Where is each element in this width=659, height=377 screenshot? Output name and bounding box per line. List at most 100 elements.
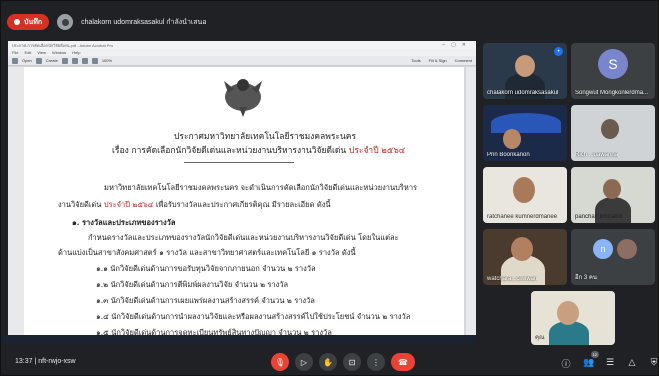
vertical-scrollbar[interactable] [466,67,476,343]
present-icon[interactable]: ⊡ [343,353,361,371]
more-options-icon[interactable]: ⋮ [367,353,385,371]
bottom-bar: 13:37 | nft-rwjo-xsw 🎙 ▷ ✋ ⊡ ⋮ ☎ ⓘ 👥 12 ☰… [1,349,659,377]
zoom-value[interactable]: 100% [102,58,112,63]
participant-tile[interactable]: Prin Boonkanon [483,105,567,161]
participant-name: ratchanee kumnerdmanee [487,214,558,220]
create-label[interactable]: Create [46,58,58,63]
open-label[interactable]: Open [22,58,32,63]
chat-icon[interactable]: ☰ [605,357,615,370]
doc-list-item: ๑.๒ นักวิจัยดีเด่นด้านการตีพิมพ์ผลงานวิจ… [96,280,289,289]
participant-tile[interactable]: ratchanee kumnerdmanee [483,167,567,223]
participant-avatar-photo [617,239,637,259]
doc-paragraph-2: งานวิจัยดีเด่น ประจำปี ๒๕๖๔ เพื่อรับรางว… [58,199,331,211]
mic-off-icon[interactable]: 🎙 [271,353,289,371]
recording-badge: บันทึก [7,14,50,30]
participant-face [603,179,621,199]
doc-paragraph-2-year: ประจำปี ๒๕๖๔ [103,200,154,209]
participant-face [513,177,535,203]
menu-help[interactable]: Help [72,50,80,55]
people-icon[interactable]: 👥 12 [583,351,599,370]
participant-name: Rich ...dawanna [575,152,619,158]
participant-face [503,129,521,149]
shared-screen[interactable]: ประกาศ-การคัดเลือกนักวิจัยดีเด่น.pdf - A… [8,41,476,343]
settings-icon[interactable] [91,57,98,64]
raise-hand-icon[interactable]: ✋ [319,353,337,371]
clock: 13:37 [15,358,33,365]
participant-name: chalakorn udomraksasakul [487,90,559,96]
menu-edit[interactable]: Edit [24,50,31,55]
presenter-avatar [57,14,74,30]
doc-list-item: ๑.๔ นักวิจัยดีเด่นด้านการนำผลงานวิจัยและ… [96,312,411,321]
participant-tile[interactable]: S Songwut Mongkonlerdma... [571,43,655,99]
doc-paragraph-1: มหาวิทยาลัยเทคโนโลยีราชมงคลพระนคร จะดำเน… [104,183,418,192]
doc-list-item: ๑.๓ นักวิจัยดีเด่นด้านการเผยแพร่ผลงานสร้… [96,296,315,305]
create-icon[interactable] [35,57,42,64]
call-controls: 🎙 ▷ ✋ ⊡ ⋮ ☎ [271,353,415,371]
fill-sign-tab[interactable]: Fill & Sign [429,58,447,63]
participant-face [601,119,619,139]
doc-title-line2: เรื่อง การคัดเลือกนักวิจัยดีเด่นและหน่วย… [112,143,405,157]
acrobat-toolbar: Open Create 100% Tools Fill & Sign Comme… [8,56,476,66]
doc-title-subject: เรื่อง การคัดเลือกนักวิจัยดีเด่นและหน่วย… [112,146,347,156]
self-view-tile[interactable]: คุณ [531,291,615,345]
doc-title-line1: ประกาศมหาวิทยาลัยเทคโนโลยีราชมงคลพระนคร [174,132,357,142]
top-bar: บันทึก chalakorn udomraksasakul กำลังนำเ… [7,11,647,33]
participant-tile[interactable]: n อีก 3 คน [571,229,655,285]
people-count-badge: 12 [590,351,599,358]
self-label: คุณ [535,335,545,341]
email-icon[interactable] [81,57,88,64]
camera-icon[interactable]: ▷ [295,353,313,371]
doc-paragraph-2-prefix: งานวิจัยดีเด่น [58,200,102,209]
title-divider [184,162,294,163]
person-icon [61,18,69,26]
participant-face [511,237,533,261]
participant-tile[interactable]: panchan limtrakul [571,167,655,223]
participant-name: Prin Boonkanon [487,152,530,158]
doc-paragraph-4: ด้านแบ่งเป็นสาขาสังคมศาสตร์ ๑ รางวัล และ… [58,248,356,257]
presenter-name: chalakorn udomraksasakul กำลังนำเสนอ [81,18,207,26]
menu-view[interactable]: View [37,50,46,55]
end-call-icon[interactable]: ☎ [391,353,415,371]
participant-tile[interactable]: • chalakorn udomraksasakul [483,43,567,99]
pdf-page[interactable]: ประกาศมหาวิทยาลัยเทคโนโลยีราชมงคลพระนคร … [24,67,464,343]
participant-avatar: n [593,239,613,259]
garuda-emblem-icon [224,79,262,117]
menu-bar: File Edit View Window Help [8,49,476,56]
doc-list-item: ๑.๑ นักวิจัยดีเด่นด้านการขอรับทุนวิจัยจา… [96,264,316,273]
print-icon[interactable] [71,57,78,64]
others-count: อีก 3 คน [575,275,598,281]
participant-name: watchara...ciwiwan [487,276,538,282]
info-icon[interactable]: ⓘ [561,357,571,370]
window-titlebar: ประกาศ-การคัดเลือกนักวิจัยดีเด่น.pdf - A… [8,41,476,49]
doc-heading-1: ๑. รางวัลและประเภทของรางวัล [72,218,176,227]
participant-name: Songwut Mongkonlerdma... [575,90,649,96]
host-controls-icon[interactable]: ⛨ [649,357,659,370]
meet-window: บันทึก chalakorn udomraksasakul กำลังนำเ… [0,0,659,376]
doc-paragraph-3: กำหนดรางวัลและประเภทของรางวัลนักวิจัยดีเ… [88,233,399,242]
participant-avatar: S [598,49,628,79]
recording-label: บันทึก [24,18,43,26]
save-icon[interactable] [61,57,68,64]
open-icon[interactable] [12,57,18,64]
self-face [557,301,579,325]
window-controls[interactable]: –▢✕ [442,42,476,48]
windows-taskbar [1,335,476,343]
menu-file[interactable]: File [12,50,18,55]
record-dot-icon [14,19,20,25]
doc-paragraph-2-suffix: เพื่อรับรางวัลและประกาศเกียรติคุณ มีรายล… [155,200,331,209]
meeting-info: 13:37 | nft-rwjo-xsw [15,358,76,365]
activities-icon[interactable]: △ [627,357,637,370]
separator: | [34,358,37,365]
participant-face [515,55,535,77]
participant-video [491,113,561,133]
meeting-code: nft-rwjo-xsw [38,358,76,365]
menu-window[interactable]: Window [52,50,66,55]
doc-title-year: ประจำปี ๒๕๖๔ [348,146,406,156]
participant-tile[interactable]: watchara...ciwiwan [483,229,567,285]
participant-tile[interactable]: Rich ...dawanna [571,105,655,161]
participant-name: panchan limtrakul [575,214,623,220]
navigation-pane[interactable] [8,67,24,343]
tools-tab[interactable]: Tools [411,58,420,63]
comment-tab[interactable]: Comment [455,58,472,63]
speaking-icon: • [554,47,563,56]
